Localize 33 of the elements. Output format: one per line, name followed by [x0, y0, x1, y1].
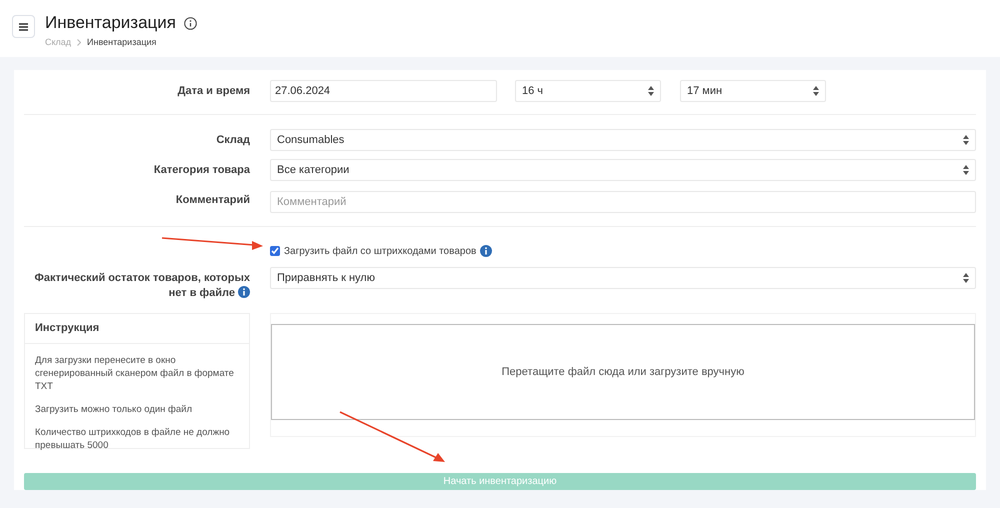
select-caret-icon [963, 135, 969, 145]
instruction-text: Количество штрихкодов в файле не должно превышать 5000 [35, 426, 231, 452]
info-icon [238, 286, 250, 298]
select-field[interactable]: 17 мин [680, 80, 826, 102]
select-caret-icon [963, 273, 969, 283]
select-field[interactable]: Consumables [270, 129, 976, 151]
dropzone[interactable]: Перетащите файл сюда или загрузите вручную [271, 324, 975, 420]
instruction-title: Инструкция [35, 321, 100, 336]
field-label: Склад [216, 133, 250, 148]
menu-button[interactable] [12, 15, 35, 38]
select-field[interactable]: Все категории [270, 159, 976, 181]
instruction-text: Для загрузки перенесите в окно сгенерированный сканером файл в формате TXT [35, 354, 235, 393]
field-label: Комментарий [176, 193, 250, 208]
comment-field[interactable]: Комментарий [270, 191, 976, 213]
breadcrumb: Инвентаризация [87, 36, 156, 49]
instruction-text: Загрузить можно только один файл [35, 403, 194, 416]
select-field[interactable]: 16 ч [515, 80, 661, 102]
page-title: Инвентаризация [45, 12, 176, 34]
checkbox-label: Загрузить файл со штрихкодами товаров [284, 244, 476, 258]
chevron-icon [77, 39, 82, 46]
select-field[interactable]: Приравнять к нулю [270, 267, 976, 289]
date-field[interactable]: 27.06.2024 [270, 80, 497, 102]
field-label: Дата и время [178, 84, 250, 99]
menu-icon [19, 22, 28, 30]
upload-checkbox[interactable] [270, 246, 280, 256]
info-icon [480, 245, 492, 257]
select-caret-icon [813, 86, 819, 96]
select-caret-icon [963, 165, 969, 175]
dropzone-text: Перетащите файл сюда или загрузите вручную [502, 364, 744, 380]
info-icon [184, 16, 197, 30]
field-label: Категория товара [154, 163, 250, 178]
field-label: Фактический остаток товаров, которых нет в файле [34, 271, 250, 301]
select-caret-icon [648, 86, 654, 96]
